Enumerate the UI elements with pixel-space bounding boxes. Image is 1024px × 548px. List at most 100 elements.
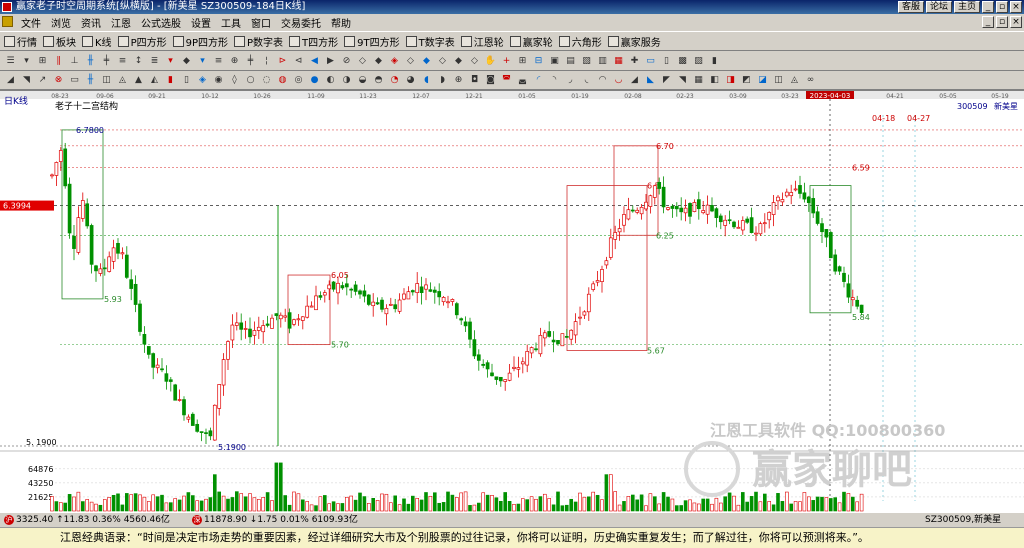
analysis-tool-13-icon[interactable]: ◉ bbox=[212, 74, 225, 87]
drawing-tool-36-icon[interactable]: ▧ bbox=[580, 55, 593, 68]
analysis-tool-7-icon[interactable]: ◬ bbox=[116, 74, 129, 87]
drawing-tool-22-icon[interactable]: ◇ bbox=[356, 55, 369, 68]
drawing-tool-37-icon[interactable]: ▥ bbox=[596, 55, 609, 68]
drawing-tool-1-icon[interactable]: ▾ bbox=[20, 55, 33, 68]
analysis-tool-40-icon[interactable]: ◣ bbox=[644, 74, 657, 87]
drawing-tool-19-icon[interactable]: ◀ bbox=[308, 55, 321, 68]
drawing-tool-6-icon[interactable]: ╪ bbox=[100, 55, 113, 68]
menu-tools[interactable]: 工具 bbox=[216, 15, 246, 30]
drawing-tool-16-icon[interactable]: ¦ bbox=[260, 55, 273, 68]
toolbar-item-11[interactable]: 六角形 bbox=[558, 34, 602, 49]
drawing-tool-2-icon[interactable]: ⊞ bbox=[36, 55, 49, 68]
analysis-tool-41-icon[interactable]: ◤ bbox=[660, 74, 673, 87]
analysis-tool-46-icon[interactable]: ◩ bbox=[740, 74, 753, 87]
toolbar-item-1[interactable]: 板块 bbox=[43, 34, 76, 49]
drawing-tool-7-icon[interactable]: ≡ bbox=[116, 55, 129, 68]
kline-chart[interactable]: 08-23 09-06 09-21 10-12 10-26 11-09 11-23 12-07… bbox=[0, 90, 1024, 512]
drawing-tool-18-icon[interactable]: ⊲ bbox=[292, 55, 305, 68]
drawing-tool-9-icon[interactable]: ≣ bbox=[148, 55, 161, 68]
analysis-tool-12-icon[interactable]: ◈ bbox=[196, 74, 209, 87]
analysis-tool-11-icon[interactable]: ▯ bbox=[180, 74, 193, 87]
analysis-tool-16-icon[interactable]: ◌ bbox=[260, 74, 273, 87]
toolbar-item-2[interactable]: K线 bbox=[82, 34, 112, 49]
analysis-tool-14-icon[interactable]: ◊ bbox=[228, 74, 241, 87]
drawing-tool-41-icon[interactable]: ▯ bbox=[660, 55, 673, 68]
analysis-tool-44-icon[interactable]: ◧ bbox=[708, 74, 721, 87]
menu-formula[interactable]: 公式选股 bbox=[136, 15, 186, 30]
drawing-tool-24-icon[interactable]: ◈ bbox=[388, 55, 401, 68]
analysis-tool-23-icon[interactable]: ◓ bbox=[372, 74, 385, 87]
mdi-minimize-button[interactable]: _ bbox=[982, 16, 994, 28]
drawing-tool-3-icon[interactable]: ∥ bbox=[52, 55, 65, 68]
analysis-tool-28-icon[interactable]: ⊕ bbox=[452, 74, 465, 87]
chart-canvas[interactable]: 08-23 09-06 09-21 10-12 10-26 11-09 11-23 12-07… bbox=[0, 91, 1024, 513]
close-button[interactable]: × bbox=[1010, 1, 1022, 13]
analysis-tool-47-icon[interactable]: ◪ bbox=[756, 74, 769, 87]
analysis-tool-17-icon[interactable]: ◍ bbox=[276, 74, 289, 87]
analysis-tool-31-icon[interactable]: ◚ bbox=[500, 74, 513, 87]
analysis-tool-15-icon[interactable]: ○ bbox=[244, 74, 257, 87]
analysis-tool-19-icon[interactable]: ● bbox=[308, 74, 321, 87]
menu-settings[interactable]: 设置 bbox=[186, 15, 216, 30]
drawing-tool-23-icon[interactable]: ◆ bbox=[372, 55, 385, 68]
analysis-tool-45-icon[interactable]: ◨ bbox=[724, 74, 737, 87]
menu-gann[interactable]: 江恩 bbox=[106, 15, 136, 30]
analysis-tool-39-icon[interactable]: ◢ bbox=[628, 74, 641, 87]
drawing-tool-0-icon[interactable]: ☰ bbox=[4, 55, 17, 68]
minimize-button[interactable]: _ bbox=[982, 1, 994, 13]
analysis-tool-2-icon[interactable]: ↗ bbox=[36, 74, 49, 87]
menu-trade[interactable]: 交易委托 bbox=[276, 15, 326, 30]
drawing-tool-10-icon[interactable]: ▾ bbox=[164, 55, 177, 68]
analysis-tool-34-icon[interactable]: ◝ bbox=[548, 74, 561, 87]
drawing-tool-11-icon[interactable]: ◆ bbox=[180, 55, 193, 68]
drawing-tool-38-icon[interactable]: ▦ bbox=[612, 55, 625, 68]
analysis-tool-38-icon[interactable]: ◡ bbox=[612, 74, 625, 87]
analysis-tool-49-icon[interactable]: ◬ bbox=[788, 74, 801, 87]
drawing-tool-32-icon[interactable]: ⊞ bbox=[516, 55, 529, 68]
mdi-restore-button[interactable]: ▫ bbox=[996, 16, 1008, 28]
toolbar-item-10[interactable]: 赢家轮 bbox=[509, 34, 553, 49]
drawing-tool-44-icon[interactable]: ▮ bbox=[708, 55, 721, 68]
forum-button[interactable]: 论坛 bbox=[925, 1, 952, 13]
analysis-tool-30-icon[interactable]: ◙ bbox=[484, 74, 497, 87]
analysis-tool-43-icon[interactable]: ▦ bbox=[692, 74, 705, 87]
drawing-tool-8-icon[interactable]: ↕ bbox=[132, 55, 145, 68]
menu-help[interactable]: 帮助 bbox=[326, 15, 356, 30]
analysis-tool-1-icon[interactable]: ◥ bbox=[20, 74, 33, 87]
analysis-tool-4-icon[interactable]: ▭ bbox=[68, 74, 81, 87]
drawing-tool-40-icon[interactable]: ▭ bbox=[644, 55, 657, 68]
analysis-tool-32-icon[interactable]: ◛ bbox=[516, 74, 529, 87]
analysis-tool-0-icon[interactable]: ◢ bbox=[4, 74, 17, 87]
analysis-tool-36-icon[interactable]: ◟ bbox=[580, 74, 593, 87]
drawing-tool-33-icon[interactable]: ⊟ bbox=[532, 55, 545, 68]
analysis-tool-48-icon[interactable]: ◫ bbox=[772, 74, 785, 87]
toolbar-item-8[interactable]: T数字表 bbox=[405, 34, 455, 49]
drawing-tool-39-icon[interactable]: ✚ bbox=[628, 55, 641, 68]
support-button[interactable]: 客服 bbox=[897, 1, 924, 13]
menu-window[interactable]: 窗口 bbox=[246, 15, 276, 30]
drawing-tool-12-icon[interactable]: ▾ bbox=[196, 55, 209, 68]
drawing-tool-35-icon[interactable]: ▤ bbox=[564, 55, 577, 68]
analysis-tool-42-icon[interactable]: ◥ bbox=[676, 74, 689, 87]
drawing-tool-14-icon[interactable]: ⊕ bbox=[228, 55, 241, 68]
drawing-tool-29-icon[interactable]: ◇ bbox=[468, 55, 481, 68]
analysis-tool-8-icon[interactable]: ▲ bbox=[132, 74, 145, 87]
analysis-tool-9-icon[interactable]: ◭ bbox=[148, 74, 161, 87]
toolbar-item-6[interactable]: T四方形 bbox=[289, 34, 338, 49]
analysis-tool-35-icon[interactable]: ◞ bbox=[564, 74, 577, 87]
drawing-tool-34-icon[interactable]: ▣ bbox=[548, 55, 561, 68]
menu-browse[interactable]: 浏览 bbox=[46, 15, 76, 30]
toolbar-item-0[interactable]: 行情 bbox=[4, 34, 37, 49]
drawing-tool-17-icon[interactable]: ⊳ bbox=[276, 55, 289, 68]
drawing-tool-30-icon[interactable]: ✋ bbox=[484, 55, 497, 68]
menu-file[interactable]: 文件 bbox=[16, 15, 46, 30]
drawing-tool-20-icon[interactable]: ▶ bbox=[324, 55, 337, 68]
drawing-tool-31-icon[interactable]: + bbox=[500, 55, 513, 68]
drawing-tool-42-icon[interactable]: ▩ bbox=[676, 55, 689, 68]
analysis-tool-37-icon[interactable]: ◠ bbox=[596, 74, 609, 87]
drawing-tool-5-icon[interactable]: ╫ bbox=[84, 55, 97, 68]
analysis-tool-25-icon[interactable]: ◕ bbox=[404, 74, 417, 87]
drawing-tool-25-icon[interactable]: ◇ bbox=[404, 55, 417, 68]
toolbar-item-9[interactable]: 江恩轮 bbox=[460, 34, 504, 49]
toolbar-item-12[interactable]: 赢家服务 bbox=[607, 34, 661, 49]
